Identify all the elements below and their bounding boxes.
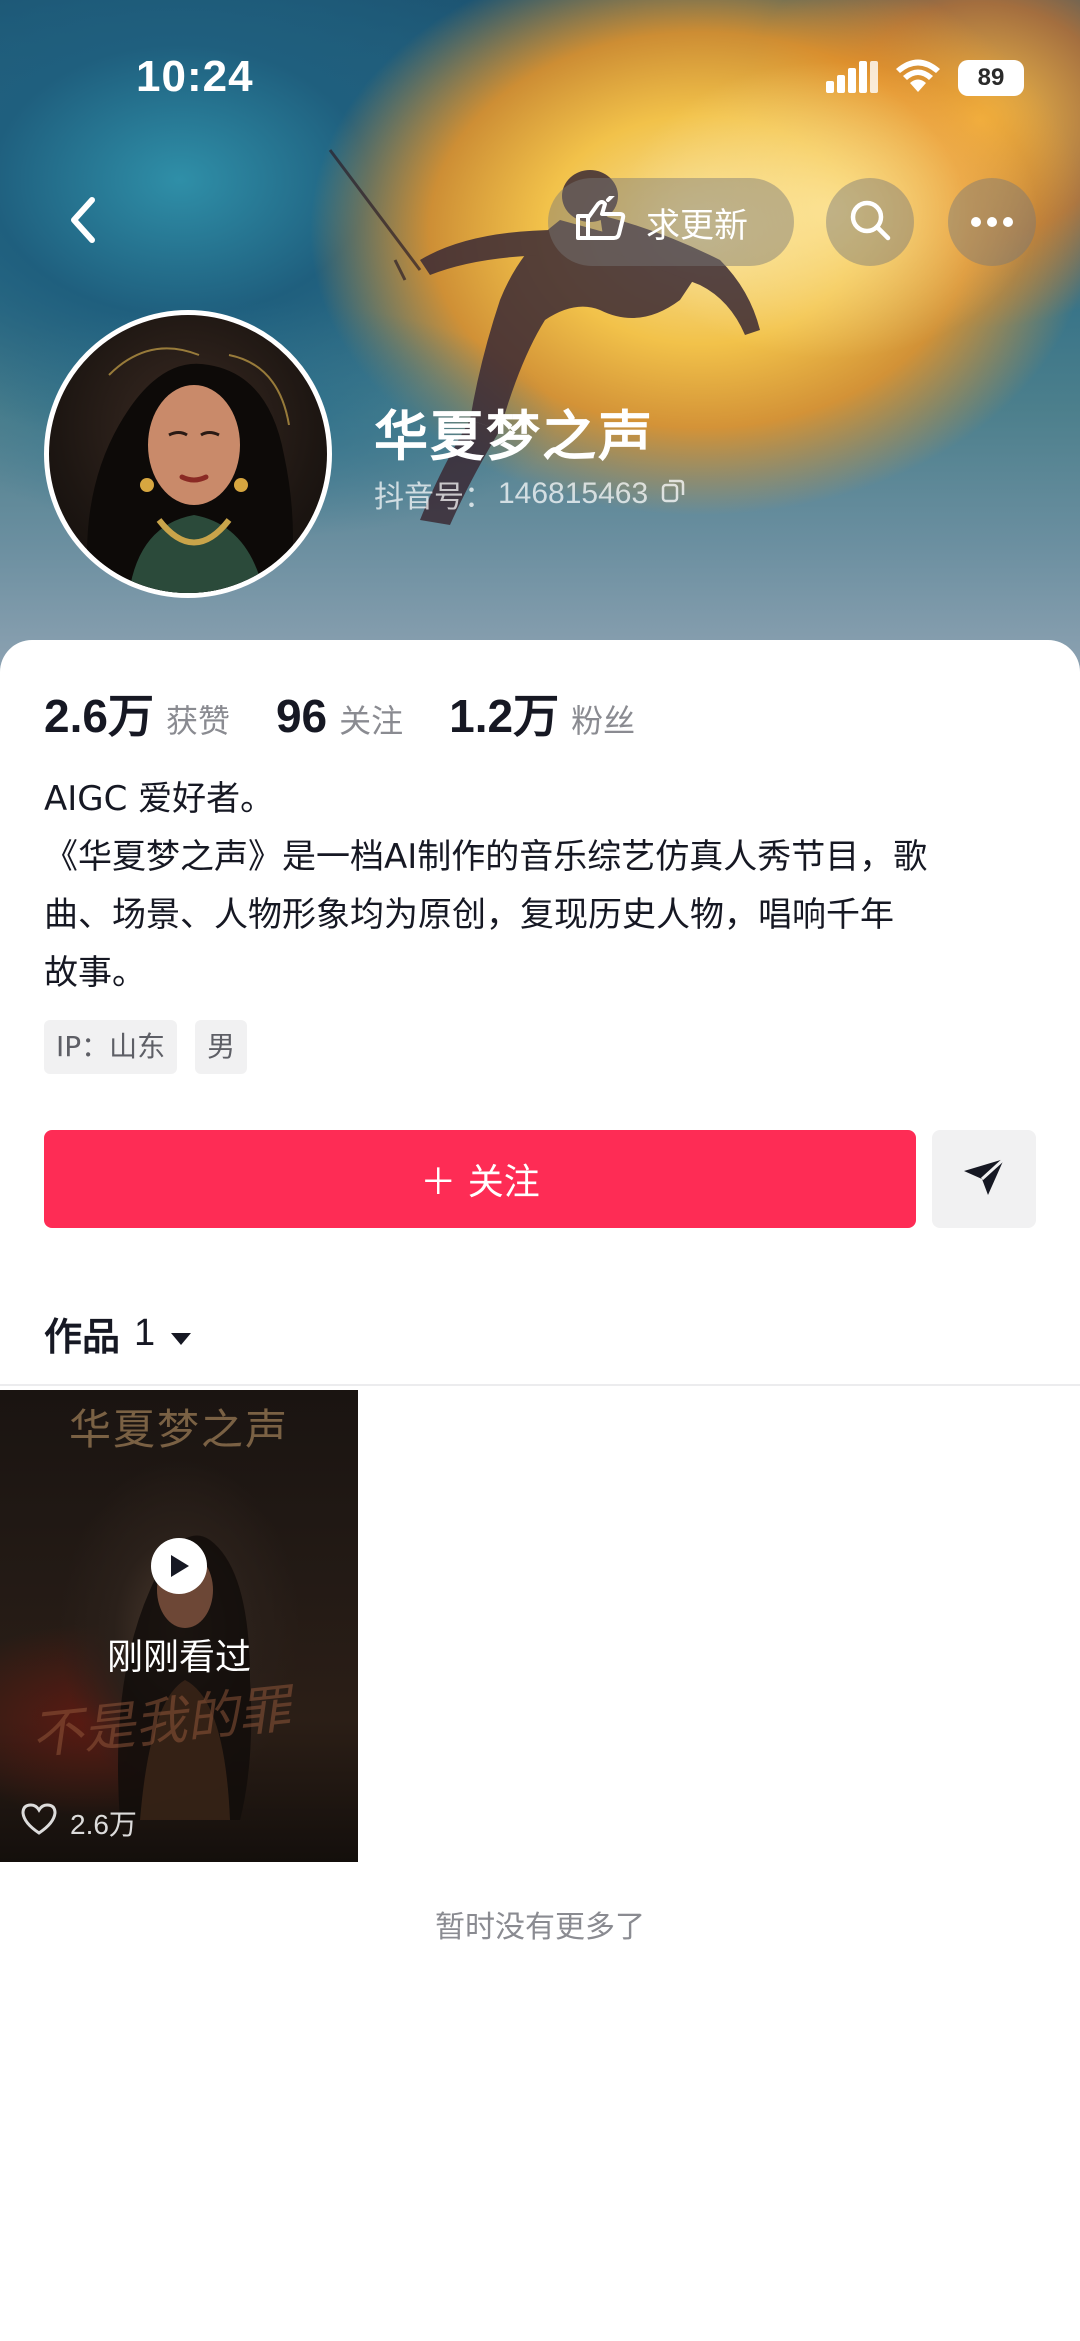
stat-label: 粉丝 — [571, 702, 636, 740]
request-update-label: 求更新 — [646, 205, 748, 246]
stat-label: 关注 — [339, 702, 404, 740]
thumbnail-title-art: 华夏梦之声 — [68, 1405, 289, 1454]
copy-icon[interactable] — [660, 477, 686, 512]
profile-banner: 10:24 89 求更新 华夏梦之声 抖音号： 146815463 — [0, 0, 1080, 680]
status-time: 10:24 — [136, 52, 254, 101]
video-thumbnail[interactable]: 华夏梦之声 不是我的罪 刚刚看过 2.6万 — [0, 1390, 358, 1862]
signal-icon — [826, 59, 878, 97]
gender-tag: 男 — [195, 1020, 248, 1074]
ip-location-tag: IP：山东 — [44, 1020, 178, 1074]
works-count: 1 — [134, 1312, 156, 1354]
bio: AIGC 爱好者。 《华夏梦之声》是一档AI制作的音乐综艺仿真人秀节目，歌 曲、… — [44, 770, 1044, 1002]
play-icon[interactable] — [151, 1538, 207, 1594]
stat-value: 96 — [275, 690, 328, 742]
hand-pointing-icon — [572, 192, 628, 248]
status-icons: 89 — [826, 58, 1024, 98]
search-button[interactable] — [826, 178, 914, 266]
more-dots-icon — [970, 213, 1014, 232]
douyin-id[interactable]: 抖音号： 146815463 — [374, 472, 686, 516]
stat-likes[interactable]: 2.6万 获赞 — [44, 680, 230, 746]
search-icon — [848, 198, 892, 246]
heart-icon — [20, 1802, 58, 1843]
more-button[interactable] — [948, 178, 1036, 266]
request-update-button[interactable]: 求更新 — [548, 178, 794, 266]
back-arrow-icon[interactable] — [56, 190, 112, 250]
divider — [0, 1384, 1080, 1386]
works-tab-label: 作品 — [44, 1315, 121, 1359]
profile-card: 2.6万 获赞 96 关注 1.2万 粉丝 AIGC 爱好者。 《华夏梦之声》是… — [0, 640, 1080, 2341]
follow-button[interactable]: ＋ 关注 — [44, 1130, 916, 1228]
send-message-button[interactable] — [932, 1130, 1036, 1228]
douyin-id-value: 146815463 — [498, 477, 649, 510]
no-more-text: 暂时没有更多了 — [435, 1910, 645, 1945]
caret-down-icon[interactable] — [169, 1312, 193, 1356]
bio-line: AIGC 爱好者。 — [44, 779, 275, 819]
bio-line: 《华夏梦之声》是一档AI制作的音乐综艺仿真人秀节目，歌 — [44, 837, 928, 877]
battery-icon: 89 — [958, 60, 1024, 96]
profile-name: 华夏梦之声 — [374, 405, 654, 468]
bio-line: 故事。 — [44, 953, 146, 993]
stat-value: 2.6万 — [44, 690, 154, 742]
video-likes-count: 2.6万 — [70, 1808, 137, 1840]
stat-following[interactable]: 96 关注 — [276, 689, 403, 743]
stat-followers[interactable]: 1.2万 粉丝 — [449, 680, 635, 746]
bio-line: 曲、场景、人物形象均为原创，复现历史人物，唱响千年 — [44, 895, 894, 935]
video-likes: 2.6万 — [20, 1802, 137, 1843]
profile-tags: IP：山东 男 — [44, 1020, 248, 1074]
wifi-icon — [894, 58, 942, 98]
stats-row: 2.6万 获赞 96 关注 1.2万 粉丝 — [44, 680, 681, 746]
stat-label: 获赞 — [165, 702, 230, 740]
send-message-icon — [962, 1157, 1006, 1201]
tab-works[interactable]: 作品 1 — [44, 1306, 193, 1361]
stat-value: 1.2万 — [449, 690, 560, 742]
avatar[interactable] — [44, 310, 332, 598]
douyin-id-label: 抖音号： — [374, 480, 494, 515]
recently-watched-label: 刚刚看过 — [106, 1637, 251, 1678]
